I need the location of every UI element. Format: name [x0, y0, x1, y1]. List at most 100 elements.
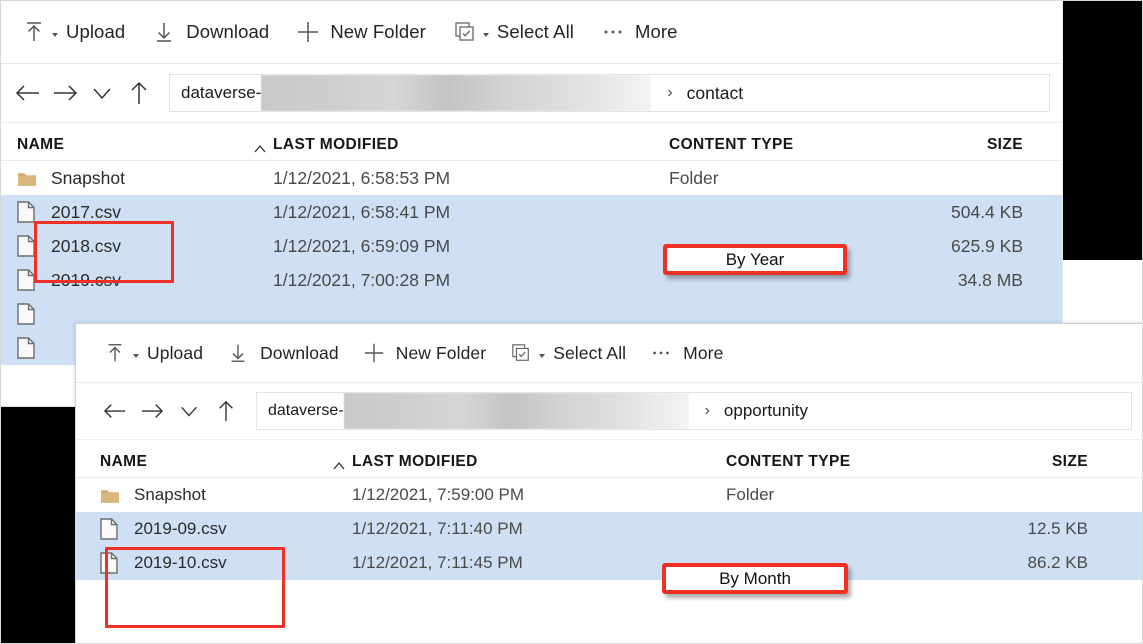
column-header-name-cell[interactable]: NAME — [1, 136, 247, 154]
annotation-callout-by-year-label: By Year — [725, 249, 785, 269]
row-name-cell: 2019.csv — [1, 268, 247, 292]
table-row[interactable]: 2018.csv 1/12/2021, 6:59:09 PM 625.9 KB — [1, 229, 1062, 263]
sort-ascending-icon[interactable] — [326, 461, 352, 471]
table-row[interactable]: 2019-10.csv 1/12/2021, 7:11:45 PM 86.2 K… — [76, 546, 1142, 580]
row-name-cell: 2019-09.csv — [76, 517, 326, 541]
new-folder-button[interactable]: New Folder — [351, 333, 496, 373]
download-icon — [151, 19, 177, 45]
column-header-name-cell[interactable]: NAME — [76, 453, 326, 471]
breadcrumb-leaf[interactable]: opportunity — [724, 401, 808, 421]
up-arrow-icon[interactable] — [122, 76, 156, 110]
select-all-button[interactable]: Select All — [498, 333, 636, 373]
column-header-size: SIZE — [986, 136, 1023, 153]
navigation-bar: dataverse- › opportunity — [76, 383, 1142, 440]
row-modified-cell: 1/12/2021, 7:00:28 PM — [273, 270, 669, 291]
column-header-size-cell[interactable]: SIZE — [976, 453, 1106, 471]
breadcrumb[interactable]: dataverse- › contact — [169, 74, 1050, 112]
table-row[interactable]: Snapshot 1/12/2021, 7:59:00 PM Folder — [76, 478, 1142, 512]
file-size: 12.5 KB — [1027, 519, 1089, 538]
breadcrumb-redacted-segment — [261, 75, 652, 111]
navigation-bar: dataverse- › contact — [1, 64, 1062, 123]
download-icon — [225, 340, 251, 366]
breadcrumb-separator-icon: › — [704, 402, 710, 419]
up-arrow-icon[interactable] — [209, 394, 243, 428]
download-label: Download — [260, 342, 339, 363]
sort-ascending-icon[interactable] — [247, 144, 273, 154]
more-button[interactable]: More — [638, 333, 733, 373]
row-name-cell: 2019-10.csv — [76, 551, 326, 575]
backdrop-left — [1, 407, 75, 643]
file-name: 2018.csv — [51, 235, 122, 256]
chevron-down-icon[interactable] — [172, 394, 206, 428]
download-button[interactable]: Download — [139, 12, 281, 52]
row-type-cell: Folder — [669, 168, 919, 189]
file-modified: 1/12/2021, 7:11:40 PM — [352, 519, 523, 538]
file-icon — [100, 517, 122, 541]
breadcrumb-root[interactable]: dataverse- — [257, 402, 344, 420]
row-size-cell: 12.5 KB — [976, 519, 1106, 539]
column-header-last-modified: LAST MODIFIED — [273, 136, 399, 153]
annotation-callout-by-month: By Month — [662, 563, 848, 594]
row-name-cell: Snapshot — [1, 166, 247, 190]
upload-caret-icon[interactable] — [133, 354, 139, 358]
upload-button[interactable]: Upload — [92, 333, 213, 373]
column-header-name: NAME — [100, 453, 148, 470]
row-modified-cell: 1/12/2021, 7:59:00 PM — [352, 485, 726, 505]
file-content-type: Folder — [726, 485, 775, 504]
file-name: 2017.csv — [51, 201, 122, 222]
column-header-modified-cell[interactable]: LAST MODIFIED — [273, 136, 669, 154]
chevron-down-icon[interactable] — [85, 76, 119, 110]
more-label: More — [635, 21, 678, 42]
table-row[interactable]: 2017.csv 1/12/2021, 6:58:41 PM 504.4 KB — [1, 195, 1062, 229]
plus-icon — [361, 340, 387, 366]
back-arrow-icon[interactable] — [11, 76, 45, 110]
row-size-cell: 34.8 MB — [919, 270, 1041, 291]
file-modified: 1/12/2021, 7:00:28 PM — [273, 269, 451, 290]
column-header-size-cell[interactable]: SIZE — [919, 136, 1041, 154]
file-size: 504.4 KB — [951, 201, 1023, 222]
file-size: 34.8 MB — [957, 269, 1023, 290]
table-row[interactable]: 2019-09.csv 1/12/2021, 7:11:40 PM 12.5 K… — [76, 512, 1142, 546]
plus-icon — [295, 19, 321, 45]
select-all-caret-icon[interactable] — [482, 33, 489, 37]
forward-arrow-icon[interactable] — [135, 394, 169, 428]
column-header-type-cell[interactable]: CONTENT TYPE — [726, 453, 976, 471]
file-list-opportunity: NAME LAST MODIFIED CONTENT TYPE SIZE Sna… — [76, 440, 1142, 580]
file-size: 86.2 KB — [1027, 553, 1089, 572]
select-all-caret-icon[interactable] — [539, 354, 546, 358]
column-header-row: NAME LAST MODIFIED CONTENT TYPE SIZE — [76, 440, 1142, 478]
select-all-button[interactable]: Select All — [440, 12, 586, 52]
forward-arrow-icon[interactable] — [48, 76, 82, 110]
file-name: Snapshot — [51, 167, 125, 188]
breadcrumb-redacted-segment — [343, 393, 689, 429]
row-size-cell: 504.4 KB — [919, 202, 1041, 223]
column-header-modified-cell[interactable]: LAST MODIFIED — [352, 453, 726, 471]
upload-label: Upload — [66, 21, 126, 42]
table-row[interactable]: 2019.csv 1/12/2021, 7:00:28 PM 34.8 MB — [1, 263, 1062, 297]
select-all-label: Select All — [496, 21, 575, 42]
select-all-icon — [452, 19, 478, 45]
back-arrow-icon[interactable] — [98, 394, 132, 428]
column-header-content-type: CONTENT TYPE — [726, 453, 851, 470]
ellipsis-icon — [648, 340, 674, 366]
file-name: 2019-09.csv — [134, 519, 227, 538]
select-all-label: Select All — [553, 342, 627, 363]
download-button[interactable]: Download — [215, 333, 349, 373]
more-button[interactable]: More — [588, 12, 690, 52]
row-modified-cell: 1/12/2021, 6:58:41 PM — [273, 202, 669, 223]
annotation-callout-by-month-label: By Month — [719, 568, 791, 588]
upload-caret-icon[interactable] — [52, 33, 58, 37]
breadcrumb-leaf[interactable]: contact — [687, 83, 743, 104]
column-header-name: NAME — [17, 136, 65, 153]
breadcrumb-root[interactable]: dataverse- — [170, 83, 261, 103]
table-row[interactable]: Snapshot 1/12/2021, 6:58:53 PM Folder — [1, 161, 1062, 195]
new-folder-button[interactable]: New Folder — [283, 12, 438, 52]
upload-button[interactable]: Upload — [9, 12, 137, 52]
command-bar: Upload Download New Folder Select All Mo… — [1, 1, 1062, 64]
backdrop-right — [1063, 1, 1142, 260]
more-label: More — [683, 342, 724, 363]
row-name-cell: Snapshot — [76, 483, 326, 507]
folder-icon — [17, 166, 39, 190]
breadcrumb[interactable]: dataverse- › opportunity — [256, 392, 1132, 430]
column-header-type-cell[interactable]: CONTENT TYPE — [669, 136, 919, 154]
